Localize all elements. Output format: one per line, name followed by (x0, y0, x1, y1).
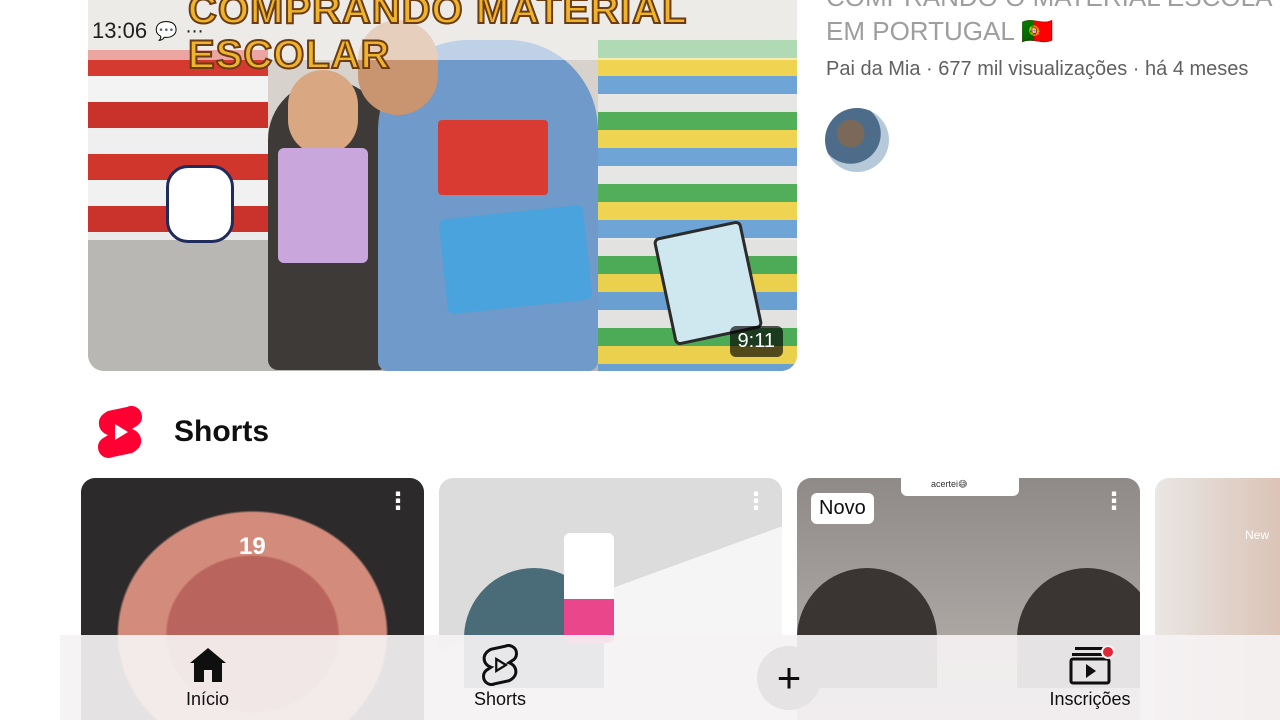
video-title-line2[interactable]: EM PORTUGAL 🇵🇹 (826, 14, 1280, 48)
video-meta: Pai da Mia · 677 mil visualizações · há … (826, 58, 1249, 80)
thumbnail-pencil-box (438, 120, 548, 195)
short-menu-button[interactable]: ⋮ (386, 490, 410, 514)
new-badge: Novo (811, 493, 874, 524)
short-menu-button[interactable]: ⋮ (1102, 490, 1126, 514)
nav-item-shorts[interactable]: Shorts (455, 635, 545, 720)
nav-label-shorts: Shorts (473, 689, 527, 709)
video-duration-badge: 9:11 (729, 326, 783, 357)
thumbnail-marker-box (438, 204, 593, 315)
notification-dot (1101, 645, 1115, 659)
shorts-section-header: Shorts (96, 405, 269, 459)
status-time: 13:06 (92, 18, 148, 43)
thumbnail-title-text: COMPRANDO MATERIAL ESCOLAR (187, 0, 687, 78)
video-title-line1[interactable]: COMPRANDO O MATERIAL ESCOLA (826, 0, 1280, 14)
nav-item-create[interactable]: + (756, 635, 822, 720)
home-icon (188, 645, 228, 685)
nav-label-home: Início (185, 689, 230, 709)
bottom-navigation: Início Shorts + Inscrições (60, 635, 1280, 720)
nav-item-subscriptions[interactable]: Inscrições (1035, 635, 1145, 720)
video-info[interactable]: COMPRANDO O MATERIAL ESCOLA EM PORTUGAL … (826, 0, 1280, 81)
nav-label-subscriptions: Inscrições (1049, 689, 1131, 709)
thumbnail-eraser-sticker (166, 165, 234, 243)
thumbnail-folder (278, 148, 368, 263)
video-thumbnail[interactable]: COMPRANDO MATERIAL ESCOLAR 9:11 (88, 0, 797, 371)
shorts-section-title: Shorts (174, 415, 270, 448)
chat-bubble-icon: 💬 (155, 20, 178, 41)
shorts-logo-icon (98, 406, 142, 458)
short-overlay-number: 19 (239, 533, 266, 560)
short-spray-bottle (564, 533, 614, 643)
channel-avatar[interactable] (825, 108, 889, 172)
nav-item-home[interactable]: Início (170, 635, 245, 720)
short-menu-button[interactable]: ⋮ (744, 490, 768, 514)
short-caption: acertei😅 (901, 478, 1019, 496)
shorts-icon (482, 644, 518, 686)
status-bar: 13:06 💬 ⋯ (92, 18, 203, 44)
more-dots-icon: ⋯ (185, 20, 204, 41)
short-overlay-text: New (1245, 528, 1270, 542)
add-icon[interactable]: + (757, 645, 821, 710)
thumbnail-girl-face (288, 70, 358, 155)
